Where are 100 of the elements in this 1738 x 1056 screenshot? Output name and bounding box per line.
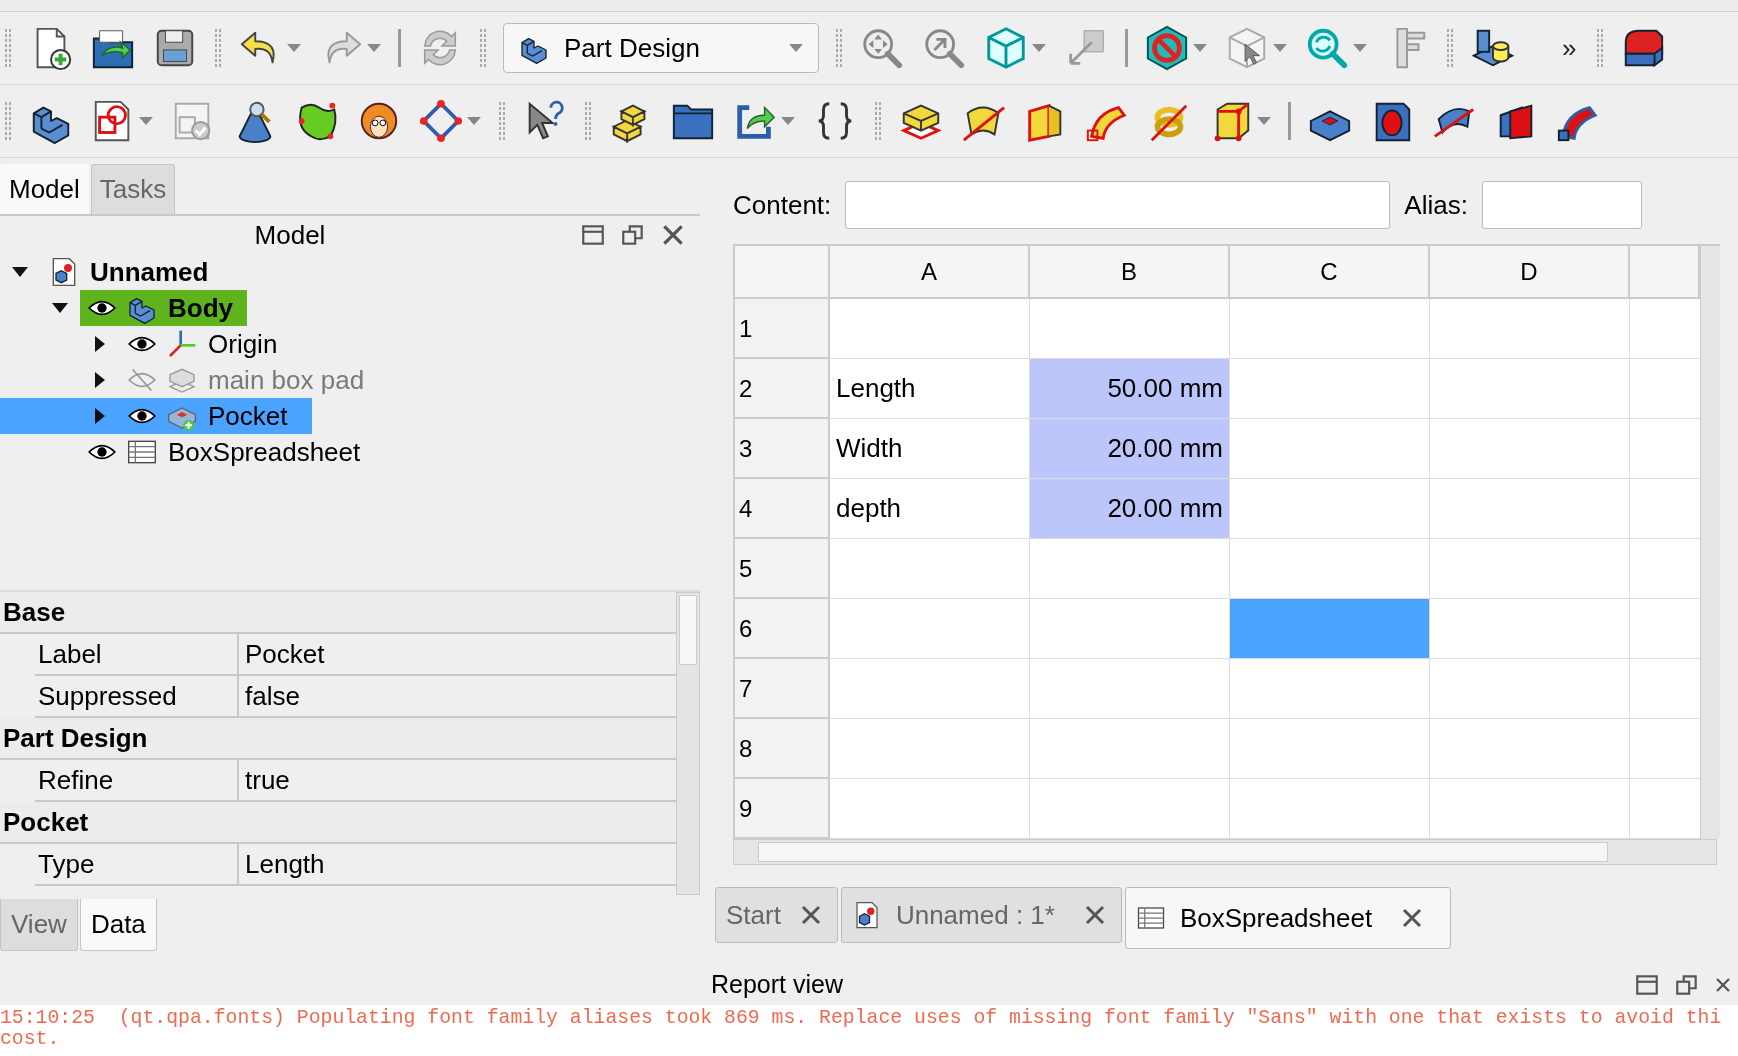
field-label: Alias: [1404,188,1468,222]
close-icon[interactable] [660,222,686,248]
content-field[interactable] [845,181,1391,229]
column-header[interactable] [1630,246,1700,299]
overflow-button[interactable]: » [1562,28,1577,68]
document-tab[interactable]: Start [715,887,838,943]
tree-row[interactable]: Origin [0,326,302,362]
document-tab[interactable]: BoxSpreadsheet [1124,887,1452,949]
tab-label: Unnamed : 1* [895,898,1055,932]
caret-icon[interactable] [1272,43,1288,53]
property-name: Refine [35,760,239,800]
panel-tab[interactable]: Tasks [90,164,176,214]
field-label: Content: [733,188,832,222]
table-cell[interactable] [830,659,1030,719]
dock-icon[interactable] [1634,972,1660,998]
caret-icon[interactable] [1256,116,1272,126]
caret-icon[interactable] [286,43,302,53]
table-cell[interactable] [830,299,1030,359]
prohibited-icon[interactable] [1144,25,1190,71]
table-cell[interactable] [1030,659,1230,719]
row-header[interactable]: 7 [735,659,830,719]
property-value[interactable]: false [239,676,676,716]
item-label: Origin [208,327,278,361]
grip-handle[interactable] [835,28,843,68]
caret-icon[interactable] [138,116,154,126]
diamond-points-icon[interactable] [418,98,464,144]
scrollbar[interactable] [1700,246,1720,839]
hidden-eye-icon[interactable] [128,366,156,394]
table-cell[interactable] [830,539,1030,599]
row-header[interactable]: 4 [735,479,830,539]
grip-handle[interactable] [584,101,592,141]
row-header[interactable]: 6 [735,599,830,659]
table-cell[interactable] [1230,299,1430,359]
grip-handle[interactable] [1446,28,1454,68]
row-header[interactable]: 2 [735,359,830,419]
row-header[interactable]: 1 [735,299,830,359]
table-cell[interactable] [1230,659,1430,719]
item-label: Pocket [208,399,288,433]
column-header[interactable]: B [1030,246,1230,299]
caret-icon[interactable] [1352,43,1368,53]
table-cell[interactable] [1230,599,1430,659]
grip-handle[interactable] [479,28,487,68]
panel-title: Model [253,218,327,252]
panel-tab[interactable]: Data [79,899,157,951]
property-name: Label [35,634,239,674]
close-icon[interactable] [1714,976,1732,994]
restore-icon[interactable] [620,222,646,248]
property-name: Type [35,844,239,884]
tree-row[interactable]: Pocket [0,398,312,434]
grip-handle[interactable] [4,101,12,141]
scrollbar[interactable] [676,592,700,895]
row-header[interactable]: 3 [735,419,830,479]
row-header[interactable]: 8 [735,719,830,779]
caret-icon[interactable] [1192,43,1208,53]
workbench-dropdown[interactable]: Part Design [503,23,819,73]
tree-row[interactable]: Body [0,290,257,326]
grip-handle[interactable] [498,101,506,141]
panel-tab[interactable]: Model [0,164,89,214]
table-cell[interactable] [1030,719,1230,779]
report-log: 15:10:25 (qt.qpa.fonts) Populating font family aliases took 869 ms. Replace uses of missing font family "Sans" with one that exists to avoid thi cost. [0,1005,1738,1056]
item-label: Unnamed [90,255,209,289]
property-value[interactable]: Length [239,844,676,884]
table-cell[interactable] [1230,719,1430,779]
tree-row[interactable]: Unnamed [0,254,233,290]
table-cell[interactable] [830,719,1030,779]
grip-handle[interactable] [214,28,222,68]
property-value[interactable]: true [239,760,676,800]
caret-icon[interactable] [788,43,804,53]
table-cell[interactable] [1230,419,1430,479]
column-header[interactable]: C [1230,246,1430,299]
caret-icon[interactable] [780,116,796,126]
caret-icon[interactable] [366,43,382,53]
column-header[interactable]: D [1430,246,1630,299]
table-cell[interactable]: 20.00 mm [1030,419,1230,479]
document-tab[interactable]: Unnamed : 1* [840,887,1122,943]
alias-field[interactable] [1481,181,1642,229]
tree-row[interactable]: main box pad [0,362,389,398]
table-cell[interactable]: 50.00 mm [1030,359,1230,419]
scrollbar[interactable] [733,839,1717,865]
table-cell[interactable]: 20.00 mm [1030,479,1230,539]
tree-row[interactable]: BoxSpreadsheet [0,434,385,470]
grip-handle[interactable] [874,101,882,141]
restore-icon[interactable] [1674,972,1700,998]
caret-icon[interactable] [1031,43,1047,53]
panel-title: Report view [710,969,844,1001]
column-header[interactable]: A [830,246,1030,299]
item-label: BoxSpreadsheet [168,435,361,469]
row-header[interactable]: 9 [735,779,830,839]
property-value[interactable]: Pocket [239,634,676,674]
dock-icon[interactable] [580,222,606,248]
table-cell[interactable] [1230,479,1430,539]
row-header[interactable]: 5 [735,539,830,599]
item-label: Body [168,291,233,325]
table-cell[interactable] [1030,539,1230,599]
table-cell[interactable] [830,599,1030,659]
table-cell[interactable] [1230,359,1430,419]
panel-tab[interactable]: View [0,899,78,951]
grip-handle[interactable] [4,28,12,68]
caret-icon[interactable] [466,116,482,126]
select-all-corner[interactable] [735,246,830,299]
